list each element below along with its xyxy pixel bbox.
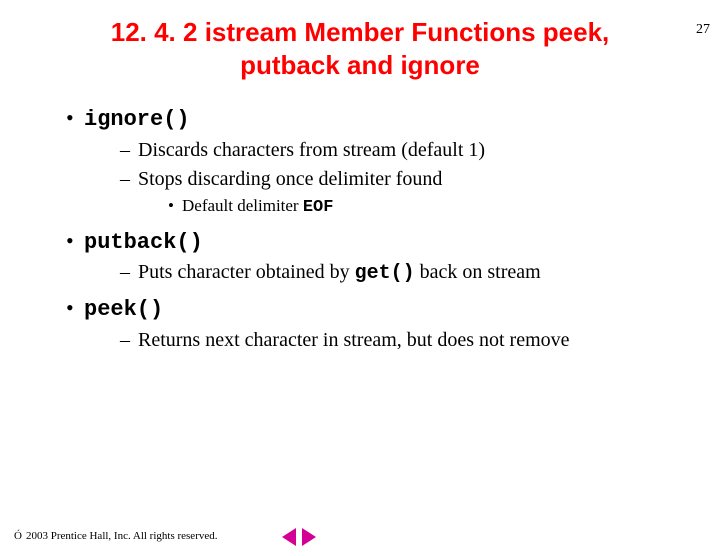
slide-content: •ignore() –Discards characters from stre… xyxy=(0,103,720,354)
putback-label: putback() xyxy=(84,230,203,255)
bullet-dot-icon: • xyxy=(66,226,84,256)
bullet-ignore: •ignore() xyxy=(66,103,680,135)
dash-icon: – xyxy=(120,259,138,286)
peek-sub-1-text: Returns next character in stream, but do… xyxy=(138,329,570,351)
putback-sub-1-post: back on stream xyxy=(415,261,541,283)
ignore-sub-2-child-pre: Default delimiter xyxy=(182,196,303,215)
bullet-dot-icon: • xyxy=(168,195,182,218)
copyright-symbol: Ó xyxy=(14,530,22,542)
slide-title: 12. 4. 2 istream Member Functions peek, … xyxy=(60,16,660,81)
peek-sub-1: –Returns next character in stream, but d… xyxy=(120,327,680,354)
ignore-label: ignore() xyxy=(84,107,190,132)
page-number: 27 xyxy=(696,22,710,38)
get-code: get() xyxy=(355,262,415,285)
peek-label: peek() xyxy=(84,297,163,322)
ignore-sub-2-child: •Default delimiter EOF xyxy=(168,195,680,220)
bullet-putback: •putback() xyxy=(66,226,680,258)
next-arrow-icon[interactable] xyxy=(302,528,316,546)
dash-icon: – xyxy=(120,166,138,193)
nav-arrows xyxy=(282,528,316,546)
putback-sub-1-pre: Puts character obtained by xyxy=(138,261,355,283)
bullet-dot-icon: • xyxy=(66,293,84,323)
bullet-dot-icon: • xyxy=(66,103,84,133)
putback-sub-1: –Puts character obtained by get() back o… xyxy=(120,259,680,287)
copyright-footer: Ó 2003 Prentice Hall, Inc. All rights re… xyxy=(14,530,218,542)
ignore-sub-2-text: Stops discarding once delimiter found xyxy=(138,168,442,190)
prev-arrow-icon[interactable] xyxy=(282,528,296,546)
ignore-sub-2: –Stops discarding once delimiter found xyxy=(120,166,680,193)
ignore-sub-1-text: Discards characters from stream (default… xyxy=(138,139,485,161)
dash-icon: – xyxy=(120,137,138,164)
copyright-text: 2003 Prentice Hall, Inc. All rights rese… xyxy=(26,530,218,542)
title-line-1: 12. 4. 2 istream Member Functions peek, xyxy=(111,17,610,47)
eof-code: EOF xyxy=(303,198,334,217)
ignore-sub-1: –Discards characters from stream (defaul… xyxy=(120,137,680,164)
bullet-peek: •peek() xyxy=(66,293,680,325)
title-line-2: putback and ignore xyxy=(240,50,480,80)
dash-icon: – xyxy=(120,327,138,354)
